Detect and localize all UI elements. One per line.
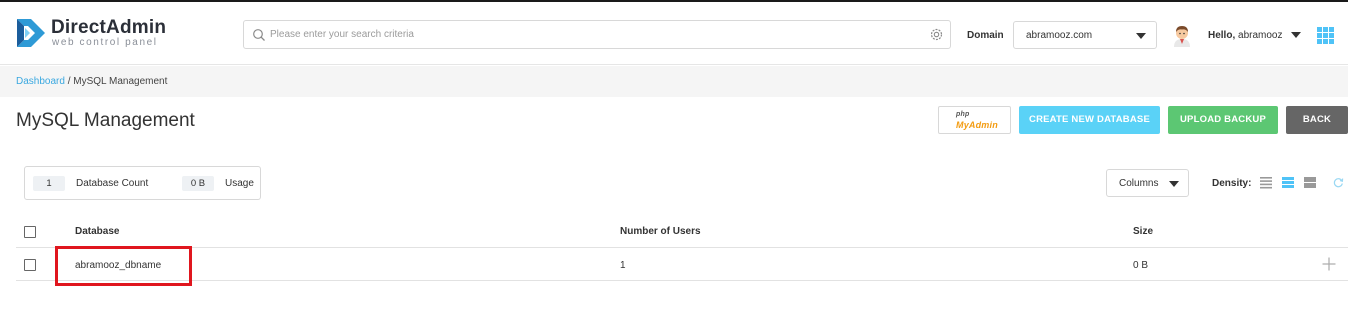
table-header-row: Database Number of Users Size	[16, 216, 1348, 248]
density-comfortable-icon[interactable]	[1304, 176, 1316, 189]
size-cell: 0 B	[1133, 260, 1149, 271]
top-header: DirectAdmin web control panel Domain abr…	[0, 2, 1348, 65]
user-greeting[interactable]: Hello, abramooz	[1208, 30, 1282, 41]
apps-grid-icon[interactable]	[1317, 27, 1334, 44]
search-input[interactable]	[270, 24, 910, 45]
density-label: Density:	[1212, 178, 1252, 189]
domain-select[interactable]: abramooz.com	[1013, 21, 1157, 49]
username: abramooz	[1238, 30, 1283, 41]
page-title: MySQL Management	[16, 110, 195, 131]
select-all-checkbox[interactable]	[24, 226, 36, 238]
breadcrumb-current: MySQL Management	[73, 76, 168, 87]
density-normal-icon[interactable]	[1282, 176, 1294, 189]
back-button[interactable]: BACK	[1286, 106, 1348, 134]
row-checkbox[interactable]	[24, 259, 36, 271]
columns-label: Columns	[1119, 178, 1159, 189]
usage-value: 0 B	[182, 176, 214, 191]
database-count-value: 1	[33, 176, 65, 191]
breadcrumb-dashboard-link[interactable]: Dashboard	[16, 76, 65, 87]
create-new-database-button[interactable]: CREATE NEW DATABASE	[1019, 106, 1160, 134]
column-header-users[interactable]: Number of Users	[620, 226, 701, 237]
app-title: DirectAdmin	[51, 17, 167, 38]
table-row[interactable]: abramooz_dbname 1 0 B	[16, 249, 1348, 281]
hello-prefix: Hello,	[1208, 30, 1236, 41]
domain-label: Domain	[967, 30, 1004, 41]
stats-panel: 1 Database Count 0 B Usage	[24, 166, 261, 200]
plus-icon[interactable]	[1322, 257, 1336, 271]
app-subtitle: web control panel	[52, 37, 158, 48]
usage-label: Usage	[225, 178, 254, 189]
users-count-cell: 1	[620, 260, 626, 271]
upload-backup-button[interactable]: UPLOAD BACKUP	[1168, 106, 1278, 134]
avatar-icon[interactable]	[1171, 23, 1193, 47]
chevron-down-icon	[1136, 33, 1146, 39]
search-icon	[253, 29, 265, 41]
refresh-icon[interactable]	[1333, 177, 1344, 188]
phpmyadmin-button[interactable]: php MyAdmin	[938, 106, 1011, 134]
user-menu-chevron-icon[interactable]	[1291, 32, 1301, 38]
phpmyadmin-myadmin-text: MyAdmin	[956, 120, 998, 130]
database-count-label: Database Count	[76, 178, 149, 189]
column-header-size[interactable]: Size	[1133, 226, 1153, 237]
domain-value: abramooz.com	[1026, 30, 1093, 41]
breadcrumb: Dashboard / MySQL Management	[16, 76, 167, 87]
breadcrumb-bar: Dashboard / MySQL Management	[0, 66, 1348, 97]
columns-dropdown[interactable]: Columns	[1106, 169, 1189, 197]
highlight-annotation-box	[55, 246, 192, 286]
phpmyadmin-php-text: php	[956, 111, 970, 118]
density-compact-icon[interactable]	[1260, 176, 1272, 189]
gear-icon[interactable]	[929, 27, 944, 42]
directadmin-logo-icon[interactable]	[14, 16, 48, 50]
search-bar[interactable]	[243, 20, 951, 49]
chevron-down-icon	[1169, 181, 1179, 187]
breadcrumb-separator: /	[64, 76, 74, 87]
column-header-database[interactable]: Database	[75, 226, 119, 237]
